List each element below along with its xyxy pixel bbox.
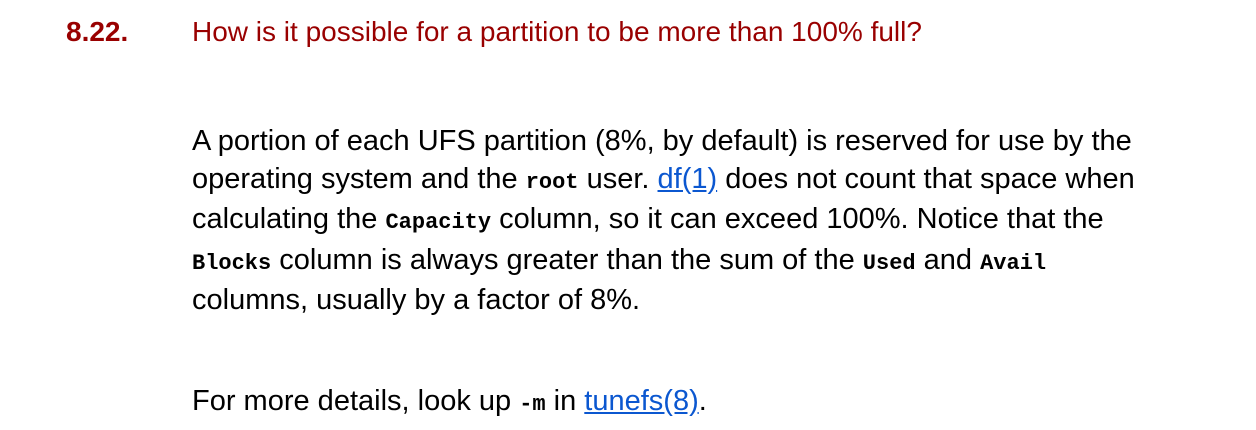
df-man-link[interactable]: df(1) (658, 163, 718, 195)
answer-paragraph: A portion of each UFS partition (8%, by … (192, 123, 1152, 320)
code-m-option: -m (519, 392, 546, 417)
question-number: 8.22. (66, 16, 129, 47)
code-capacity: Capacity (385, 210, 492, 235)
answer-details-paragraph: For more details, look up -m in tunefs(8… (192, 383, 1152, 424)
answer-text: and (915, 243, 981, 276)
code-root: root (525, 169, 579, 195)
answer-text: column, so it can exceed 100%. Notice th… (491, 203, 1104, 235)
answer-text: . (698, 385, 707, 417)
answer-text: columns, usually by a factor of 8%. (192, 284, 641, 316)
answer-text: user. (578, 162, 658, 195)
faq-entry: 8.22. How is it possible for a partition… (0, 0, 1256, 430)
code-avail: Avail (980, 250, 1047, 276)
question-title: How is it possible for a partition to be… (192, 16, 922, 47)
tunefs-man-link[interactable]: tunefs(8) (584, 385, 698, 417)
answer-text: For more details, look up (192, 385, 520, 417)
code-used: Used (862, 250, 916, 276)
code-blocks: Blocks (192, 250, 272, 276)
answer-text: column is always greater than the sum of… (271, 243, 863, 276)
answer-text: in (545, 385, 585, 417)
